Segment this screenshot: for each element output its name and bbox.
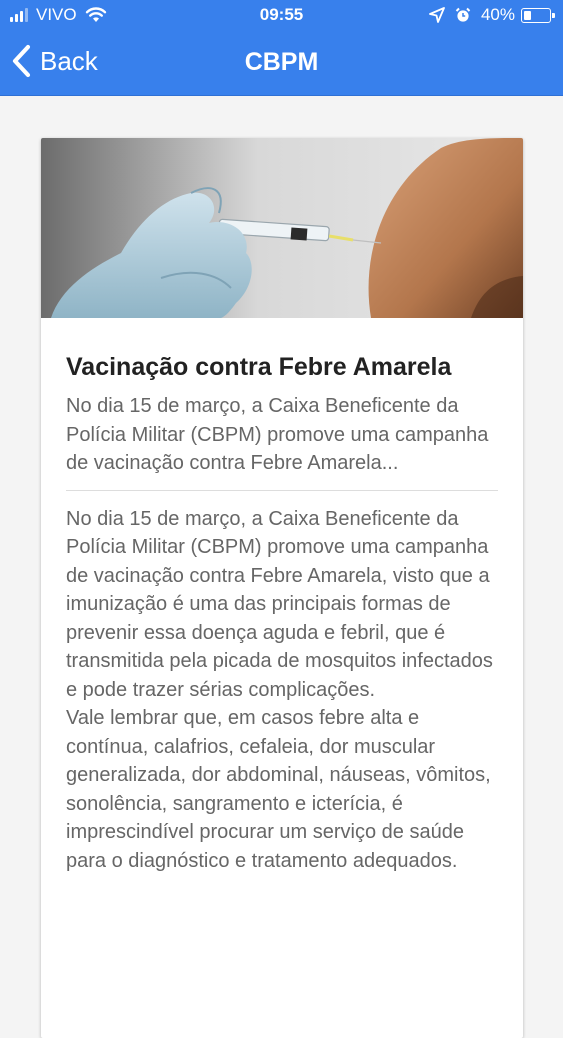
article-content: No dia 15 de março, a Caixa Beneficente … [66,505,499,876]
article-paragraph: No dia 15 de março, a Caixa Beneficente … [66,507,493,701]
article-summary: No dia 15 de março, a Caixa Beneficente … [66,395,489,474]
article-title: Vacinação contra Febre Amarela [66,353,452,381]
divider [66,489,498,491]
battery-level-fill [524,10,532,20]
status-right: 40% [429,5,555,25]
battery-percent: 40% [480,5,515,24]
page-title: CBPM [244,48,319,76]
app-header: VIVO 09:55 40% Back CBPM [0,0,563,96]
status-bar: VIVO 09:55 40% [0,0,563,30]
card-body: Vacinação contra Febre Amarela No dia 15… [41,318,523,875]
location-arrow-icon [429,7,445,23]
article-paragraph: Vale lembrar que, em casos febre alta e … [66,707,491,872]
battery-icon [521,7,555,23]
nav-bar: Back CBPM [0,34,563,92]
alarm-clock-icon [455,7,471,22]
news-card: Vacinação contra Febre Amarela No dia 15… [41,138,523,1038]
vaccine-syringe-image [41,138,523,318]
